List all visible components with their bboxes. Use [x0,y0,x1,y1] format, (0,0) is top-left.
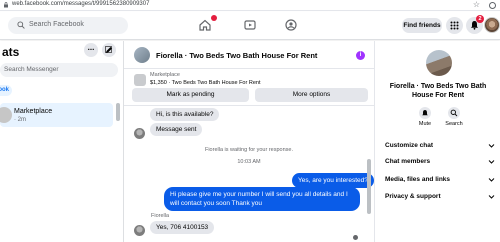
info-icon[interactable]: i [356,51,365,60]
thread-scrollbar[interactable] [367,159,371,214]
home-icon[interactable] [198,18,212,32]
chats-heading: ats [2,45,20,59]
grid-menu-icon [450,21,459,30]
conversation-list-item[interactable]: Marketplace · 2m [0,103,113,127]
more-options-button[interactable]: More options [255,88,368,102]
chats-sidebar: ats ... Search Messenger ook Marketplace… [0,41,124,242]
find-friends-button[interactable]: Find friends [402,18,442,33]
sender-name: Fiorella [151,213,170,219]
groups-icon[interactable] [284,18,298,32]
filter-tab[interactable]: ook [0,85,12,96]
mute-label: Mute [418,121,432,127]
conversation-header: Fiorella · Two Beds Two Bath House For R… [124,41,374,69]
browser-address-bar: web.facebook.com/messages/t/999156238090… [0,0,500,11]
chat-options-button[interactable]: ... [84,43,98,57]
sidebar-scrollbar[interactable] [116,103,120,121]
message-timestamp: 10:03 AM [237,159,261,165]
search-messenger-placeholder: Search Messenger [4,66,59,73]
incoming-message[interactable]: Message sent [150,123,203,136]
listing-description[interactable]: $1,350 · Two Beds Two Bath House For Ren… [150,80,260,86]
mark-as-pending-button[interactable]: Mark as pending [132,88,249,102]
mute-button[interactable]: Mute [413,107,437,127]
chevron-down-icon [488,178,495,182]
customize-chat-section[interactable]: Customize chat [385,139,495,153]
conversation-avatar[interactable] [134,47,150,63]
bell-mute-icon [419,107,431,119]
listing-profile-picture[interactable] [426,50,452,76]
conversation-title[interactable]: Fiorella · Two Beds Two Bath House For R… [156,51,317,60]
search-icon [17,21,25,29]
conversation-thumbnail [0,107,12,123]
outgoing-message[interactable]: Yes, are you interested? [292,173,374,188]
profile-icon[interactable] [489,2,496,9]
listing-source: Marketplace [150,72,180,78]
section-label: Privacy & support [385,193,441,200]
search-label: Search [445,121,463,127]
section-label: Chat members [385,158,431,165]
chevron-down-icon [488,160,495,164]
sender-avatar[interactable] [134,225,145,236]
search-messenger-input[interactable]: Search Messenger [0,63,118,77]
conversation-time: · 2m [14,117,26,123]
watch-video-icon[interactable] [243,18,257,32]
facebook-top-bar: Search Facebook Find friends 2 [0,12,500,40]
section-label: Customize chat [385,142,434,149]
new-message-button[interactable] [102,43,116,57]
notification-count-badge: 2 [476,15,484,23]
compose-icon [105,46,112,53]
conversation-panel: Fiorella · Two Beds Two Bath House For R… [124,41,374,242]
outgoing-message[interactable]: Hi please give me your number I will sen… [164,187,360,211]
sender-avatar[interactable] [134,128,145,139]
conversation-info-panel: Fiorella · Two Beds Two Bath House For R… [374,41,500,242]
listing-thumbnail[interactable] [134,74,146,86]
privacy-support-section[interactable]: Privacy & support [385,190,495,204]
waiting-notice: Fiorella is waiting for your response. [204,147,294,153]
search-placeholder: Search Facebook [29,21,84,28]
incoming-message[interactable]: Yes, 706 4100153 [150,221,215,234]
lock-icon[interactable] [3,2,9,8]
section-label: Media, files and links [385,176,451,183]
seen-indicator-icon [353,235,358,240]
chevron-down-icon [488,144,495,148]
message-thread: Hi, is this available? Message sent Fior… [124,105,374,242]
account-avatar[interactable] [484,17,500,33]
url-text[interactable]: web.facebook.com/messages/t/999156238090… [12,1,149,7]
media-files-links-section[interactable]: Media, files and links [385,173,495,187]
info-panel-title: Fiorella · Two Beds Two Bath House For R… [389,83,487,99]
bookmark-star-icon[interactable]: ☆ [473,0,480,9]
search-facebook-field[interactable]: Search Facebook [8,17,128,34]
search-in-conversation-button[interactable]: Search [442,107,466,127]
menu-button[interactable] [446,17,463,34]
search-icon [448,107,460,119]
chevron-down-icon [488,195,495,199]
incoming-message[interactable]: Hi, is this available? [150,108,220,121]
home-notification-dot [211,15,217,21]
chat-members-section[interactable]: Chat members [385,155,495,169]
conversation-name: Marketplace [14,108,53,115]
